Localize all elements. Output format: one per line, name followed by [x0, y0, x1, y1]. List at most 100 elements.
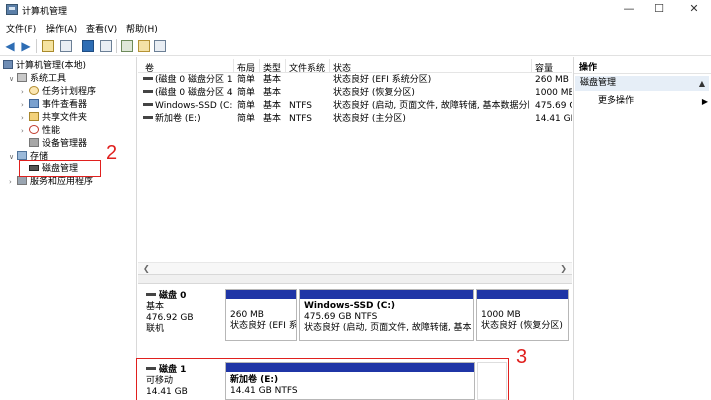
volume-cell: (磁盘 0 磁盘分区 4) [143, 87, 233, 100]
toolbar-separator [116, 39, 117, 53]
tree-root-label: 计算机管理(本地) [16, 61, 87, 71]
column-type[interactable]: 类型 [263, 61, 281, 74]
column-filesystem[interactable]: 文件系统 [289, 61, 325, 74]
export-list-icon[interactable] [154, 40, 166, 52]
table-row[interactable]: 新加卷 (E:) 简单 基本 NTFS 状态良好 (主分区) 14.41 GE [138, 113, 572, 126]
partition-title: Windows-SSD (C:) [304, 301, 396, 311]
scroll-left-icon[interactable]: ❮ [143, 264, 150, 273]
capacity-cell: 475.69 G [535, 101, 572, 111]
tree-task-scheduler[interactable]: › 任务计划程序 [21, 86, 96, 99]
disk-0-size: 476.92 GB [146, 313, 194, 323]
disk-0-label[interactable]: 磁盘 0 基本 476.92 GB 联机 [146, 291, 222, 335]
show-hide-tree-icon[interactable] [60, 40, 72, 52]
partition-text: 260 MB 状态良好 (EFI 系 [230, 310, 297, 332]
tree-services-apps[interactable]: › 服务和应用程序 [9, 176, 93, 189]
menu-action[interactable]: 操作(A) [46, 22, 77, 35]
event-viewer-icon [29, 99, 39, 108]
menu-help[interactable]: 帮助(H) [126, 22, 158, 35]
disk-0-kind: 基本 [146, 302, 165, 312]
status-cell: 状态良好 (EFI 系统分区) [333, 75, 432, 85]
volume-icon [143, 90, 153, 93]
partition-size: 475.69 GB NTFS [304, 312, 378, 322]
maximize-button[interactable]: ☐ [648, 2, 670, 16]
tree-device-manager[interactable]: 设备管理器 [29, 138, 87, 151]
minimize-button[interactable]: — [618, 2, 640, 16]
tree-root[interactable]: 计算机管理(本地) [3, 60, 86, 73]
check-icon[interactable] [138, 40, 150, 52]
partition-status: 状态良好 (恢复分区) [481, 321, 563, 331]
partition-size: 260 MB [230, 310, 264, 320]
expand-chevron-icon[interactable]: › [9, 176, 17, 189]
tree-event-viewer-label: 事件查看器 [42, 100, 88, 110]
collapse-triangle-icon[interactable]: ▲ [699, 76, 705, 91]
back-arrow-icon[interactable]: ◀ [4, 40, 16, 52]
partition-windows-ssd[interactable]: Windows-SSD (C:) 475.69 GB NTFS 状态良好 (启动… [299, 289, 474, 341]
expand-chevron-icon[interactable]: › [21, 125, 29, 138]
tree-device-manager-label: 设备管理器 [42, 139, 88, 149]
more-actions-label: 更多操作 [598, 96, 635, 106]
tree-event-viewer[interactable]: › 事件查看器 [21, 99, 87, 112]
tools-icon [17, 73, 27, 82]
title-bar: 计算机管理 — ☐ ✕ [0, 0, 711, 20]
horizontal-scrollbar[interactable]: ❮ ❯ [138, 262, 572, 274]
partition-status: 状态良好 (EFI 系 [230, 321, 297, 331]
column-capacity[interactable]: 容量 [535, 61, 553, 74]
help-icon[interactable] [82, 40, 94, 52]
expand-chevron-icon[interactable]: › [21, 112, 29, 125]
column-volume[interactable]: 卷 [145, 61, 154, 74]
close-button[interactable]: ✕ [683, 2, 705, 16]
column-status[interactable]: 状态 [333, 61, 351, 74]
expand-chevron-icon[interactable]: › [21, 86, 29, 99]
status-cell: 状态良好 (恢复分区) [333, 88, 415, 98]
menu-view[interactable]: 查看(V) [86, 22, 117, 35]
connect-icon[interactable] [121, 40, 133, 52]
capacity-cell: 1000 ME [535, 88, 572, 98]
window-title: 计算机管理 [22, 7, 68, 17]
computer-icon [3, 60, 13, 69]
column-divider[interactable] [259, 59, 260, 73]
actions-section-disk-management[interactable]: 磁盘管理 ▲ [575, 76, 709, 91]
fs-cell: NTFS [289, 114, 312, 124]
tree-system-tools-label: 系统工具 [30, 74, 67, 84]
volume-cell: Windows-SSD (C:) [143, 100, 233, 113]
column-divider[interactable] [329, 59, 330, 73]
scroll-right-icon[interactable]: ❯ [560, 264, 567, 273]
toolbar: ◀ ▶ [0, 36, 711, 56]
tree-performance[interactable]: › 性能 [21, 125, 60, 138]
forward-arrow-icon[interactable]: ▶ [20, 40, 32, 52]
collapse-chevron-icon[interactable]: ∨ [9, 151, 17, 164]
volume-icon [143, 103, 153, 106]
table-row[interactable]: (磁盘 0 磁盘分区 1) 简单 基本 状态良好 (EFI 系统分区) 260 … [138, 74, 572, 87]
shared-folder-icon [29, 112, 39, 121]
tree-system-tools[interactable]: ∨ 系统工具 [9, 73, 66, 86]
partition-recovery[interactable]: 1000 MB 状态良好 (恢复分区) [476, 289, 569, 341]
pane-splitter[interactable] [138, 274, 572, 284]
volume-icon [143, 77, 153, 80]
volume-table-header: 卷 布局 类型 文件系统 状态 容量 [138, 59, 572, 74]
partition-efi[interactable]: 260 MB 状态良好 (EFI 系 [225, 289, 297, 341]
more-actions-item[interactable]: 更多操作 ▶ [598, 95, 708, 108]
disk-icon [146, 293, 156, 296]
partition-bar [300, 290, 473, 299]
device-manager-icon [29, 138, 39, 147]
column-layout[interactable]: 布局 [237, 61, 255, 74]
volume-name: 新加卷 (E:) [155, 114, 201, 124]
type-cell: 基本 [263, 88, 282, 98]
column-divider[interactable] [531, 59, 532, 73]
table-row[interactable]: (磁盘 0 磁盘分区 4) 简单 基本 状态良好 (恢复分区) 1000 ME [138, 87, 572, 100]
properties-icon[interactable] [100, 40, 112, 52]
status-cell: 状态良好 (主分区) [333, 114, 406, 124]
partition-status: 状态良好 (启动, 页面文件, 故障转储, 基本 [304, 323, 472, 333]
column-divider[interactable] [233, 59, 234, 73]
collapse-chevron-icon[interactable]: ∨ [9, 73, 17, 86]
storage-icon [17, 151, 27, 160]
status-cell: 状态良好 (启动, 页面文件, 故障转储, 基本数据分区) [333, 101, 529, 111]
table-row[interactable]: Windows-SSD (C:) 简单 基本 NTFS 状态良好 (启动, 页面… [138, 100, 572, 113]
tree-shared-folders[interactable]: › 共享文件夹 [21, 112, 87, 125]
column-divider[interactable] [285, 59, 286, 73]
up-folder-icon[interactable] [42, 40, 54, 52]
menu-file[interactable]: 文件(F) [6, 22, 36, 35]
expand-chevron-icon[interactable]: › [21, 99, 29, 112]
partition-size: 1000 MB [481, 310, 521, 320]
volume-name: Windows-SSD (C:) [155, 101, 233, 111]
